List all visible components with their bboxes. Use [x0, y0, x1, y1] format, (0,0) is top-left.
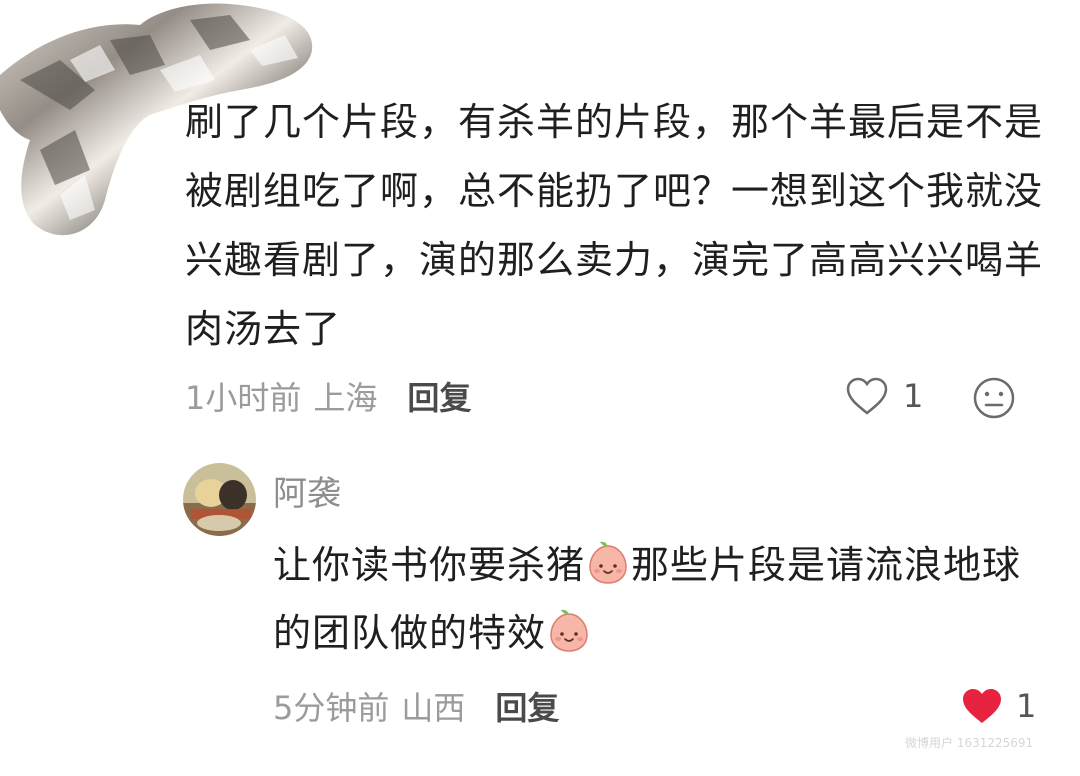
peach-smile-emoji-icon — [589, 541, 627, 584]
comment-like-button[interactable]: 1 — [845, 372, 923, 420]
avatar[interactable] — [183, 463, 256, 536]
comment-meta: 1小时前 上海 回复 — [185, 370, 471, 422]
reply-time: 5分钟前 — [273, 689, 390, 727]
unhappy-face-icon[interactable] — [972, 376, 1016, 420]
reply-like-button[interactable]: 1 — [960, 682, 1036, 730]
reply-like-count: 1 — [1016, 687, 1037, 725]
comment-location: 上海 — [313, 379, 378, 417]
comment-reply-button[interactable]: 回复 — [407, 373, 471, 419]
reply-location: 山西 — [401, 689, 466, 727]
peach-smile-emoji-icon — [550, 609, 588, 652]
reply-text-part1: 让你读书你要杀猪 — [273, 543, 586, 587]
reply-text: 让你读书你要杀猪 那些片段是请流浪地球的团队做的特效 — [273, 531, 1053, 667]
comment-text: 刷了几个片段，有杀羊的片段，那个羊最后是不是被剧组吃了啊，总不能扔了吧？一想到这… — [185, 100, 1044, 351]
reply-meta: 5分钟前 山西 回复 — [273, 680, 559, 732]
reply-reply-button[interactable]: 回复 — [495, 683, 559, 729]
comment-time: 1小时前 — [185, 379, 302, 417]
heart-outline-icon — [846, 377, 888, 415]
reply-username[interactable]: 阿袭 — [273, 466, 341, 515]
heart-filled-icon — [963, 689, 1001, 723]
watermark: 微博用户 1631225691 — [905, 736, 1034, 750]
comment-like-count: 1 — [903, 377, 924, 415]
